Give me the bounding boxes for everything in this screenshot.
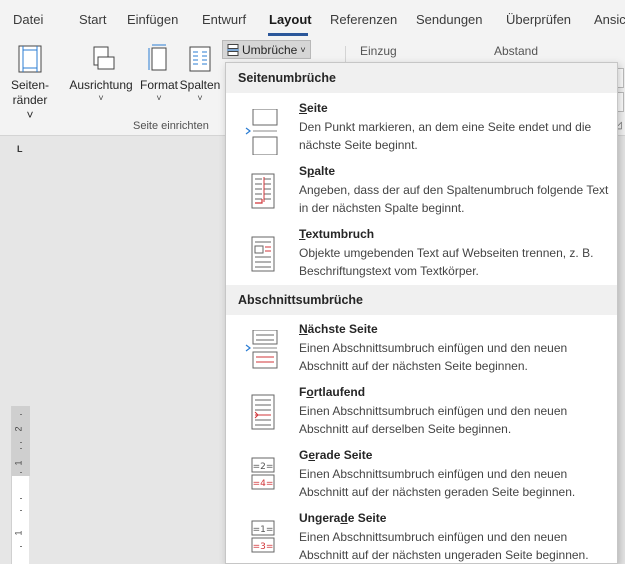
orientation-button[interactable]: Ausrichtung ˅ [67,44,135,103]
margins-label-2: ränder ˅ [12,93,48,122]
margins-button[interactable]: Seiten- ränder ˅ [8,44,52,123]
columns-label: Spalten [179,78,221,92]
margins-icon [18,45,42,73]
continuous-description: Einen Abschnittsumbruch einfügen und den… [299,404,568,436]
ruler-tick [20,442,22,443]
column-break-icon [251,173,275,209]
continuous-title: Fortlaufend [299,385,366,399]
group-label-seite-einrichten: Seite einrichten [133,120,209,132]
tab-datei[interactable]: Datei [13,12,43,27]
breaks-button[interactable]: Umbrüche ˅ [222,40,311,59]
tab-start[interactable]: Start [79,12,106,27]
tab-ueberpruefen[interactable]: Überprüfen [506,12,571,27]
ribbon-tab-bar: Datei Start Einfügen Entwurf Layout Refe… [0,0,625,40]
column-break-title: Spalte [299,164,336,178]
menu-item-page-break[interactable]: Seite Den Punkt markieren, an dem eine S… [226,101,617,161]
even-page-description: Einen Abschnittsumbruch einfügen und den… [299,467,576,499]
tab-layout[interactable]: Layout [269,12,312,27]
tab-ansicht[interactable]: Ansic [594,12,625,27]
orientation-label: Ausrichtung [69,78,133,92]
menu-item-text-wrapping[interactable]: Textumbruch Objekte umgebenden Text auf … [226,227,617,287]
ruler-tick [20,498,22,499]
chevron-down-icon: ˅ [156,93,162,103]
odd-page-description: Einen Abschnittsumbruch einfügen und den… [299,530,589,562]
breaks-label: Umbrüche [242,42,298,57]
page-break-description: Den Punkt markieren, an dem eine Seite e… [299,120,592,152]
ruler-number: 2 [13,426,24,432]
menu-item-column-break[interactable]: Spalte Angeben, dass der auf den Spalten… [226,164,617,224]
tab-einfuegen[interactable]: Einfügen [127,12,178,27]
next-page-title: Nächste Seite [299,322,378,336]
columns-button[interactable]: Spalten ˅ [179,44,221,103]
indent-label: Einzug [360,44,397,58]
svg-text:=1=: =1= [253,525,274,535]
orientation-icon [93,46,115,70]
ruler-tick [20,472,22,473]
menu-item-odd-page[interactable]: =1= =3= Ungerade Seite Einen Abschnittsu… [226,511,617,564]
text-wrapping-title: Textumbruch [299,227,375,241]
spacing-label: Abstand [494,44,539,58]
svg-text:=3=: =3= [253,542,274,552]
breaks-icon [227,43,239,56]
columns-icon [189,46,211,72]
ruler-number: 1 [13,460,24,466]
ruler-tick [20,546,22,547]
active-tab-indicator [268,33,308,36]
tab-entwurf[interactable]: Entwurf [202,12,246,27]
column-break-description: Angeben, dass der auf den Spaltenumbruch… [299,183,609,215]
continuous-icon [251,394,275,430]
even-page-title: Gerade Seite [299,448,373,462]
chevron-down-icon: ˅ [197,93,203,103]
tab-stop-selector[interactable]: L [17,144,23,154]
menu-item-continuous[interactable]: Fortlaufend Einen Abschnittsumbruch einf… [226,385,617,445]
odd-page-icon: =1= =3= [251,520,275,553]
breaks-dropdown-menu: Seitenumbrüche Seite Den Punkt markieren… [225,62,618,564]
page-break-icon [245,109,278,155]
even-page-icon: =2= =4= [251,457,275,490]
tab-sendungen[interactable]: Sendungen [416,12,483,27]
tab-referenzen[interactable]: Referenzen [330,12,397,27]
vertical-ruler: 2 1 1 [11,406,30,564]
section-header-section-breaks: Abschnittsumbrüche [226,285,617,315]
page-break-title: Seite [299,101,328,115]
ruler-tick [20,448,22,449]
menu-item-next-page[interactable]: Nächste Seite Einen Abschnittsumbruch ei… [226,322,617,382]
chevron-down-icon: ˅ [98,93,104,103]
text-wrapping-icon [251,236,275,272]
next-page-description: Einen Abschnittsumbruch einfügen und den… [299,341,568,373]
ruler-number: 1 [13,530,24,536]
page-size-icon [148,44,167,71]
svg-text:=4=: =4= [253,479,274,489]
page-size-button[interactable]: Format ˅ [137,44,181,103]
section-header-page-breaks: Seitenumbrüche [226,63,617,93]
margins-label-1: Seiten- [10,78,50,92]
menu-item-even-page[interactable]: =2= =4= Gerade Seite Einen Abschnittsumb… [226,448,617,508]
page-size-label: Format [139,78,178,92]
next-page-icon [245,330,278,369]
ruler-tick [20,414,22,415]
text-wrapping-description: Objekte umgebenden Text auf Webseiten tr… [299,246,594,278]
svg-text:=2=: =2= [253,462,274,472]
odd-page-title: Ungerade Seite [299,511,387,525]
ruler-tick [20,510,22,511]
chevron-down-icon: ˅ [300,44,306,55]
